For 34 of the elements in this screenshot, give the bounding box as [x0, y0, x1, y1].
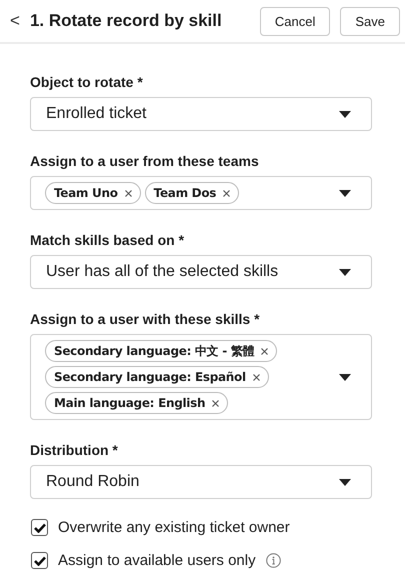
- dropdown-caret-icon: [339, 110, 351, 118]
- checkbox-label: Overwrite any existing ticket owner: [58, 519, 290, 536]
- tag-label: Team Uno: [54, 186, 118, 200]
- tag-label: Secondary language: Español: [54, 370, 246, 384]
- checkbox-label: Assign to available users only: [58, 552, 256, 569]
- cancel-button[interactable]: Cancel: [260, 6, 330, 36]
- select-field[interactable]: User has all of the selected skills: [30, 255, 372, 289]
- save-button[interactable]: Save: [340, 6, 400, 36]
- select-field[interactable]: Round Robin: [30, 465, 372, 499]
- multi-select-field[interactable]: Secondary language: 中文 - 繁體 Secondary language: Español Main language: English: [30, 334, 372, 420]
- field-label: Object to rotate *: [30, 74, 144, 90]
- checkbox[interactable]: [31, 552, 48, 569]
- select-field[interactable]: Enrolled ticket: [30, 97, 372, 131]
- tag-label: Secondary language: 中文 - 繁體: [54, 342, 254, 360]
- tag-label: Main language: English: [54, 396, 206, 410]
- field-label: Distribution *: [30, 442, 119, 458]
- close-icon[interactable]: [261, 348, 268, 354]
- close-icon[interactable]: [212, 400, 220, 406]
- close-icon[interactable]: [124, 190, 132, 196]
- dropdown-caret-icon: [339, 374, 351, 380]
- close-icon[interactable]: [223, 190, 230, 196]
- multi-select-field[interactable]: Team Uno Team Dos: [30, 176, 372, 210]
- field-label: Assign to a user from these teams: [30, 153, 260, 169]
- back-button[interactable]: <: [6, 11, 24, 31]
- dropdown-caret-icon: [339, 190, 351, 196]
- field-label: Assign to a user with these skills *: [30, 311, 261, 327]
- info-icon[interactable]: [266, 553, 281, 568]
- dropdown-caret-icon: [339, 268, 351, 276]
- tag-label: Team Dos: [154, 186, 216, 200]
- dropdown-caret-icon: [339, 478, 351, 486]
- page-title: 1. Rotate record by skill: [30, 11, 223, 31]
- field-label: Match skills based on *: [30, 232, 186, 248]
- close-icon[interactable]: [252, 374, 260, 380]
- checkbox[interactable]: [31, 519, 48, 536]
